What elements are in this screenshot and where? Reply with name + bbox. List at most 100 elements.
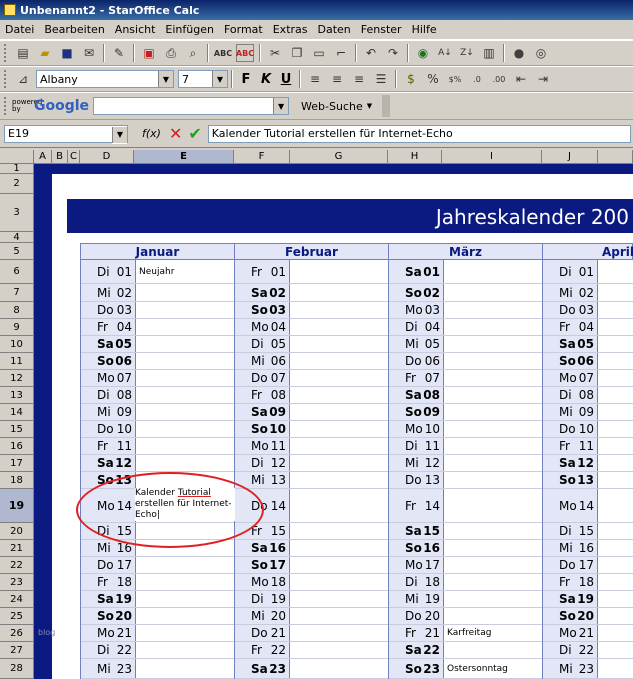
holiday-note[interactable] — [443, 455, 542, 471]
holiday-note[interactable] — [443, 591, 542, 607]
holiday-note[interactable] — [443, 319, 542, 335]
row-header-8[interactable]: 8 — [0, 302, 34, 319]
calendar-day-row[interactable]: Di 18 — [388, 574, 542, 591]
holiday-note[interactable] — [443, 608, 542, 624]
add-decimal-icon[interactable]: .0 — [468, 70, 486, 88]
name-box[interactable]: E19 ▼ — [4, 124, 128, 144]
menu-fenster[interactable]: Fenster — [356, 23, 407, 36]
calendar-day-row[interactable]: So 09 — [388, 404, 542, 421]
standard-format-icon[interactable]: $% — [446, 70, 464, 88]
holiday-note[interactable] — [289, 353, 388, 369]
align-left-icon[interactable]: ≡ — [306, 70, 324, 88]
column-header-f[interactable]: F — [234, 150, 290, 164]
open-folder-icon[interactable]: ▰ — [36, 44, 54, 62]
calendar-day-row[interactable]: Sa 12 — [80, 455, 234, 472]
calendar-day-row[interactable]: Do 21 — [234, 625, 388, 642]
holiday-note[interactable] — [597, 608, 633, 624]
calendar-day-row[interactable]: So 10 — [234, 421, 388, 438]
column-header-g[interactable]: G — [290, 150, 388, 164]
holiday-note[interactable] — [135, 336, 234, 352]
row-header-28[interactable]: 28 — [0, 659, 34, 679]
align-right-icon[interactable]: ≡ — [350, 70, 368, 88]
holiday-note[interactable] — [289, 659, 388, 678]
calendar-day-row[interactable]: Fr 18 — [542, 574, 633, 591]
calendar-day-row[interactable]: Mi 09 — [542, 404, 633, 421]
increase-indent-icon[interactable]: ⇥ — [534, 70, 552, 88]
holiday-note[interactable] — [289, 387, 388, 403]
row-header-11[interactable]: 11 — [0, 353, 34, 370]
holiday-note[interactable] — [597, 625, 633, 641]
holiday-note[interactable] — [443, 284, 542, 301]
holiday-note[interactable] — [135, 659, 234, 678]
calendar-day-row[interactable]: Di 15 — [542, 523, 633, 540]
holiday-note[interactable] — [597, 591, 633, 607]
menu-ansicht[interactable]: Ansicht — [110, 23, 161, 36]
holiday-note[interactable]: Neujahr — [135, 260, 234, 283]
holiday-note[interactable] — [597, 319, 633, 335]
row-header-19[interactable]: 19 — [0, 489, 34, 523]
chevron-down-icon[interactable]: ▼ — [112, 126, 127, 143]
row-header-6[interactable]: 6 — [0, 260, 34, 284]
calendar-day-row[interactable]: So 20 — [80, 608, 234, 625]
font-size-box[interactable]: 7 ▼ — [178, 70, 228, 88]
calendar-day-row[interactable]: Mo 07 — [542, 370, 633, 387]
calendar-day-row[interactable]: Do 20 — [388, 608, 542, 625]
holiday-note[interactable] — [597, 284, 633, 301]
holiday-note[interactable] — [443, 353, 542, 369]
menu-extras[interactable]: Extras — [268, 23, 313, 36]
holiday-note[interactable] — [443, 336, 542, 352]
justify-icon[interactable]: ☰ — [372, 70, 390, 88]
calendar-day-row[interactable]: So 03 — [234, 302, 388, 319]
row-header-14[interactable]: 14 — [0, 404, 34, 421]
web-search-button[interactable]: Web-Suche ▼ — [301, 100, 372, 113]
calendar-day-row[interactable]: Sa 05 — [80, 336, 234, 353]
calendar-day-row[interactable]: Mi 09 — [80, 404, 234, 421]
calendar-day-row[interactable]: Do 10 — [542, 421, 633, 438]
calendar-day-row[interactable]: Mi 16 — [542, 540, 633, 557]
holiday-note[interactable] — [597, 336, 633, 352]
calendar-day-row[interactable]: Sa 15 — [388, 523, 542, 540]
email-icon[interactable]: ✉ — [80, 44, 98, 62]
edit-file-icon[interactable]: ✎ — [110, 44, 128, 62]
row-header-16[interactable]: 16 — [0, 438, 34, 455]
calendar-day-row[interactable]: Di 04 — [388, 319, 542, 336]
underline-button[interactable]: U — [276, 72, 296, 87]
holiday-note[interactable] — [597, 489, 633, 522]
holiday-note[interactable] — [135, 319, 234, 335]
holiday-note[interactable] — [597, 523, 633, 539]
calendar-day-row[interactable]: Sa 19 — [80, 591, 234, 608]
calendar-day-row[interactable]: Fr 01 — [234, 260, 388, 284]
holiday-note[interactable] — [443, 523, 542, 539]
calendar-day-row[interactable]: Sa 05 — [542, 336, 633, 353]
calendar-day-row[interactable]: Mi 12 — [388, 455, 542, 472]
menu-daten[interactable]: Daten — [313, 23, 356, 36]
calendar-day-row[interactable]: Mo 14 — [542, 489, 633, 523]
calendar-day-row[interactable]: Fr 15 — [234, 523, 388, 540]
holiday-note[interactable] — [135, 353, 234, 369]
holiday-note[interactable] — [135, 642, 234, 658]
holiday-note[interactable] — [289, 336, 388, 352]
autospellcheck-icon[interactable]: ABC — [236, 44, 254, 62]
calendar-day-row[interactable]: Do 17 — [542, 557, 633, 574]
calendar-day-row[interactable]: So 23 Ostersonntag — [388, 659, 542, 679]
insert-chart-icon[interactable]: ▥ — [480, 44, 498, 62]
holiday-note[interactable] — [289, 284, 388, 301]
menu-datei[interactable]: Datei — [0, 23, 39, 36]
sort-ascending-icon[interactable]: A↓ — [436, 44, 454, 62]
function-wizard-icon[interactable]: f(x) — [142, 127, 161, 140]
calendar-day-row[interactable]: Mi 05 — [388, 336, 542, 353]
export-pdf-icon[interactable]: ▣ — [140, 44, 158, 62]
calendar-day-row[interactable]: Di 12 — [234, 455, 388, 472]
calendar-day-row[interactable]: Fr 04 — [80, 319, 234, 336]
holiday-note[interactable] — [289, 489, 388, 522]
calendar-day-row[interactable]: So 06 — [542, 353, 633, 370]
holiday-note[interactable] — [443, 421, 542, 437]
row-header-20[interactable]: 20 — [0, 523, 34, 540]
zoom-icon[interactable]: ◎ — [532, 44, 550, 62]
holiday-note[interactable] — [597, 370, 633, 386]
calendar-day-row[interactable]: Mi 02 — [80, 284, 234, 302]
holiday-note[interactable] — [289, 591, 388, 607]
row-header-10[interactable]: 10 — [0, 336, 34, 353]
decrease-indent-icon[interactable]: ⇤ — [512, 70, 530, 88]
holiday-note[interactable] — [289, 642, 388, 658]
